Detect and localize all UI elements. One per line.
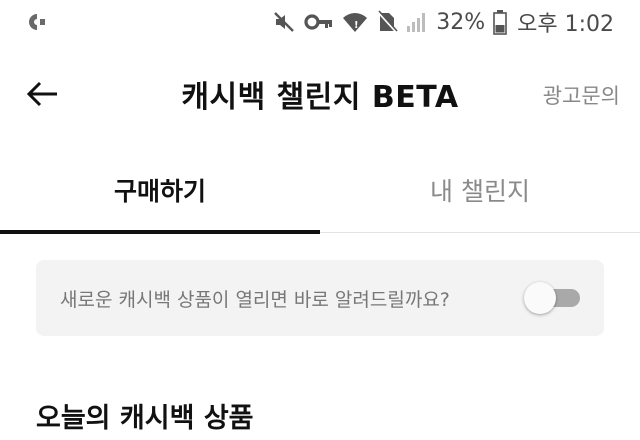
notification-text: 새로운 캐시백 상품이 열리면 바로 알려드릴까요? xyxy=(60,289,450,311)
wifi-icon: ! xyxy=(343,13,368,32)
notification-toggle[interactable] xyxy=(524,282,582,314)
vpn-key-icon xyxy=(304,14,333,30)
tab-bar: 구매하기 내 챌린지 xyxy=(0,148,640,234)
status-icons: ! 32% 오후 1:02 xyxy=(272,8,614,37)
no-sim-icon xyxy=(377,10,398,33)
active-tab-indicator xyxy=(0,230,320,234)
toggle-thumb xyxy=(524,282,556,314)
battery-icon xyxy=(493,10,507,35)
status-bar: ! 32% 오후 1:02 xyxy=(0,0,640,44)
notification-card: 새로운 캐시백 상품이 열리면 바로 알려드릴까요? xyxy=(36,260,604,336)
tab-my-challenge[interactable]: 내 챌린지 xyxy=(320,148,640,232)
app-bar: 캐시백 챌린지 BETA 광고문의 xyxy=(0,56,640,132)
app-notification-icon xyxy=(29,14,45,30)
svg-text:!: ! xyxy=(354,20,359,31)
tab-purchase[interactable]: 구매하기 xyxy=(0,148,320,232)
battery-percent: 32% xyxy=(436,9,486,35)
ad-inquiry-link[interactable]: 광고문의 xyxy=(543,80,620,110)
clock: 오후 1:02 xyxy=(517,12,614,37)
signal-icon xyxy=(407,13,426,32)
section-title: 오늘의 캐시백 상품 xyxy=(36,403,254,434)
mute-icon xyxy=(274,12,295,32)
